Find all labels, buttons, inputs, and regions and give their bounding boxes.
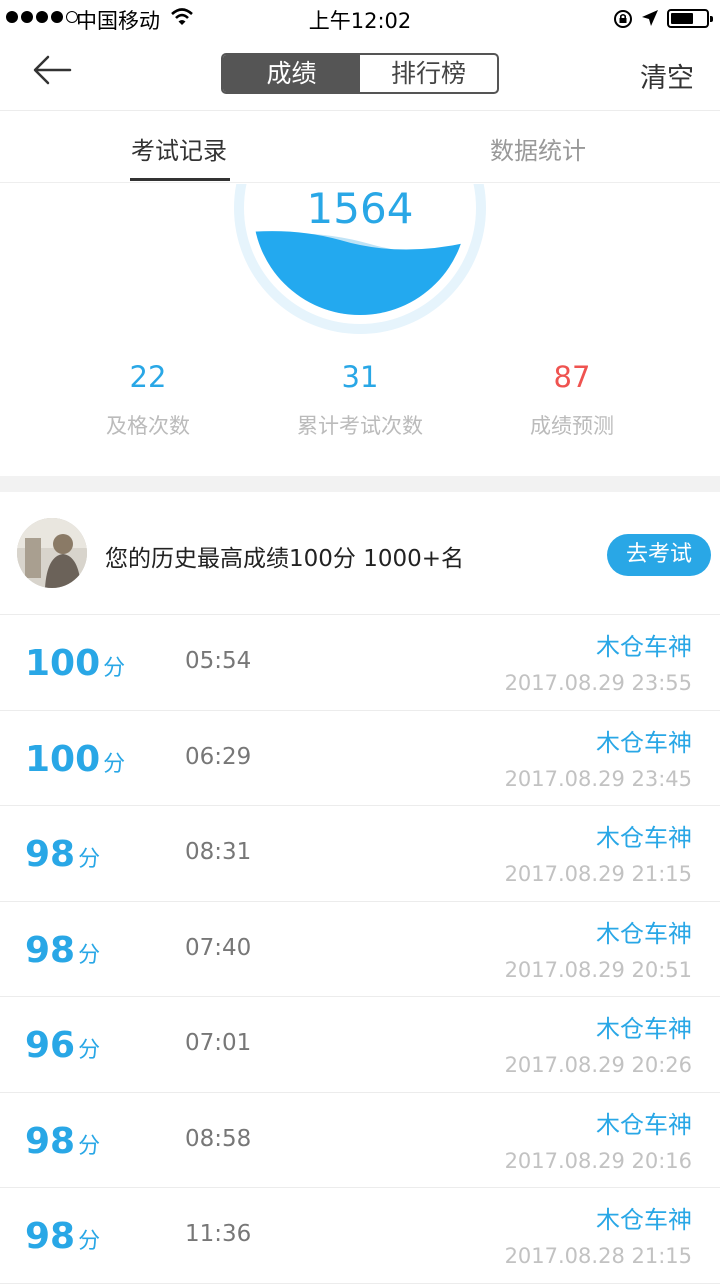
stat-total-exams-value: 31 xyxy=(341,360,379,394)
avatar[interactable] xyxy=(17,518,87,588)
record-duration: 07:01 xyxy=(185,1030,252,1056)
record-timestamp: 2017.08.29 23:55 xyxy=(504,671,692,695)
go-exam-button[interactable]: 去考试 xyxy=(607,534,711,576)
record-score-unit: 分 xyxy=(78,847,101,872)
record-timestamp: 2017.08.29 21:15 xyxy=(504,862,692,886)
record-username: 木仓车神 xyxy=(596,1110,692,1139)
record-score-unit: 分 xyxy=(103,751,126,777)
record-duration: 08:31 xyxy=(185,839,252,865)
tab-indicator xyxy=(130,178,230,181)
record-duration: 08:58 xyxy=(185,1125,252,1152)
record-score-unit: 分 xyxy=(103,656,126,681)
clear-button[interactable]: 清空 xyxy=(640,56,694,95)
gauge-value: 1564 xyxy=(306,184,414,233)
record-score-unit: 分 xyxy=(78,1229,101,1254)
record-username: 木仓车神 xyxy=(596,633,692,661)
record-score-value: 100 xyxy=(25,643,101,684)
record-score-value: 98 xyxy=(25,1120,76,1162)
best-score-text: 您的历史最高成绩100分 1000+名 xyxy=(105,546,465,572)
stat-passed-value: 22 xyxy=(129,360,167,394)
record-score: 98 分 xyxy=(25,1216,100,1257)
record-score: 98 分 xyxy=(25,930,100,971)
stat-prediction-value: 87 xyxy=(553,360,591,394)
segmented-control: 成绩 排行榜 xyxy=(221,53,499,94)
record-row[interactable]: 98 分 11:36 木仓车神 2017.08.28 21:15 xyxy=(0,1188,720,1284)
records-list: 100 分 05:54 木仓车神 2017.08.29 23:55 100 分 06:29 木仓… xyxy=(0,615,720,1284)
record-username: 木仓车神 xyxy=(596,1206,692,1234)
segment-leaderboard[interactable]: 排行榜 xyxy=(360,55,497,92)
stat-prediction-label: 成绩预测 xyxy=(530,414,614,438)
record-row[interactable]: 96 分 07:01 木仓车神 2017.08.29 20:26 xyxy=(0,997,720,1093)
record-score: 98 分 xyxy=(25,834,100,875)
record-score-unit: 分 xyxy=(78,942,101,968)
status-bar: 中国移动 上午12:02 xyxy=(0,0,720,36)
segment-score[interactable]: 成绩 xyxy=(223,55,360,92)
record-username: 木仓车神 xyxy=(596,919,692,948)
record-duration: 05:54 xyxy=(185,648,252,674)
battery-icon xyxy=(667,9,713,28)
record-username: 木仓车神 xyxy=(596,1015,692,1043)
location-icon xyxy=(640,8,660,32)
record-score: 98 分 xyxy=(25,1121,100,1162)
record-timestamp: 2017.08.29 20:51 xyxy=(504,957,692,982)
nav-bar: 成绩 排行榜 清空 xyxy=(0,36,720,111)
record-score-value: 98 xyxy=(25,929,76,971)
section-divider xyxy=(0,476,720,492)
record-timestamp: 2017.08.28 21:15 xyxy=(504,1244,692,1268)
rotation-lock-icon xyxy=(612,8,634,34)
record-timestamp: 2017.08.29 23:45 xyxy=(504,766,692,791)
record-username: 木仓车神 xyxy=(596,824,692,852)
record-score-value: 100 xyxy=(25,738,101,780)
stat-total-exams-label: 累计考试次数 xyxy=(297,414,423,438)
back-arrow-icon xyxy=(33,55,72,85)
stat-total-exams: 31 累计考试次数 xyxy=(240,360,480,440)
record-row[interactable]: 100 分 06:29 木仓车神 2017.08.29 23:45 xyxy=(0,710,720,806)
record-row[interactable]: 98 分 07:40 木仓车神 2017.08.29 20:51 xyxy=(0,901,720,997)
record-row[interactable]: 98 分 08:58 木仓车神 2017.08.29 20:16 xyxy=(0,1092,720,1188)
tab-bar: 考试记录 数据统计 xyxy=(0,111,720,183)
record-score-value: 98 xyxy=(25,834,76,875)
back-button[interactable] xyxy=(30,50,80,90)
tab-exam-records[interactable]: 考试记录 xyxy=(131,131,227,166)
record-score: 100 分 xyxy=(25,739,125,780)
stat-passed-label: 及格次数 xyxy=(106,414,190,438)
record-timestamp: 2017.08.29 20:16 xyxy=(504,1148,692,1173)
record-score: 96 分 xyxy=(25,1025,100,1066)
record-username: 木仓车神 xyxy=(596,728,692,757)
record-row[interactable]: 98 分 08:31 木仓车神 2017.08.29 21:15 xyxy=(0,806,720,902)
record-timestamp: 2017.08.29 20:26 xyxy=(504,1053,692,1077)
record-score: 100 分 xyxy=(25,643,125,684)
stat-prediction: 87 成绩预测 xyxy=(452,360,692,440)
record-score-unit: 分 xyxy=(78,1038,101,1063)
record-duration: 11:36 xyxy=(185,1221,252,1247)
record-score-value: 96 xyxy=(25,1025,76,1066)
record-duration: 07:40 xyxy=(185,934,252,961)
record-score-unit: 分 xyxy=(78,1133,101,1159)
best-score-row: 您的历史最高成绩100分 1000+名 去考试 xyxy=(0,492,720,615)
record-duration: 06:29 xyxy=(185,743,252,770)
stat-passed: 22 及格次数 xyxy=(28,360,268,440)
record-row[interactable]: 100 分 05:54 木仓车神 2017.08.29 23:55 xyxy=(0,615,720,711)
record-score-value: 98 xyxy=(25,1216,76,1257)
tab-data-statistics[interactable]: 数据统计 xyxy=(490,131,586,166)
